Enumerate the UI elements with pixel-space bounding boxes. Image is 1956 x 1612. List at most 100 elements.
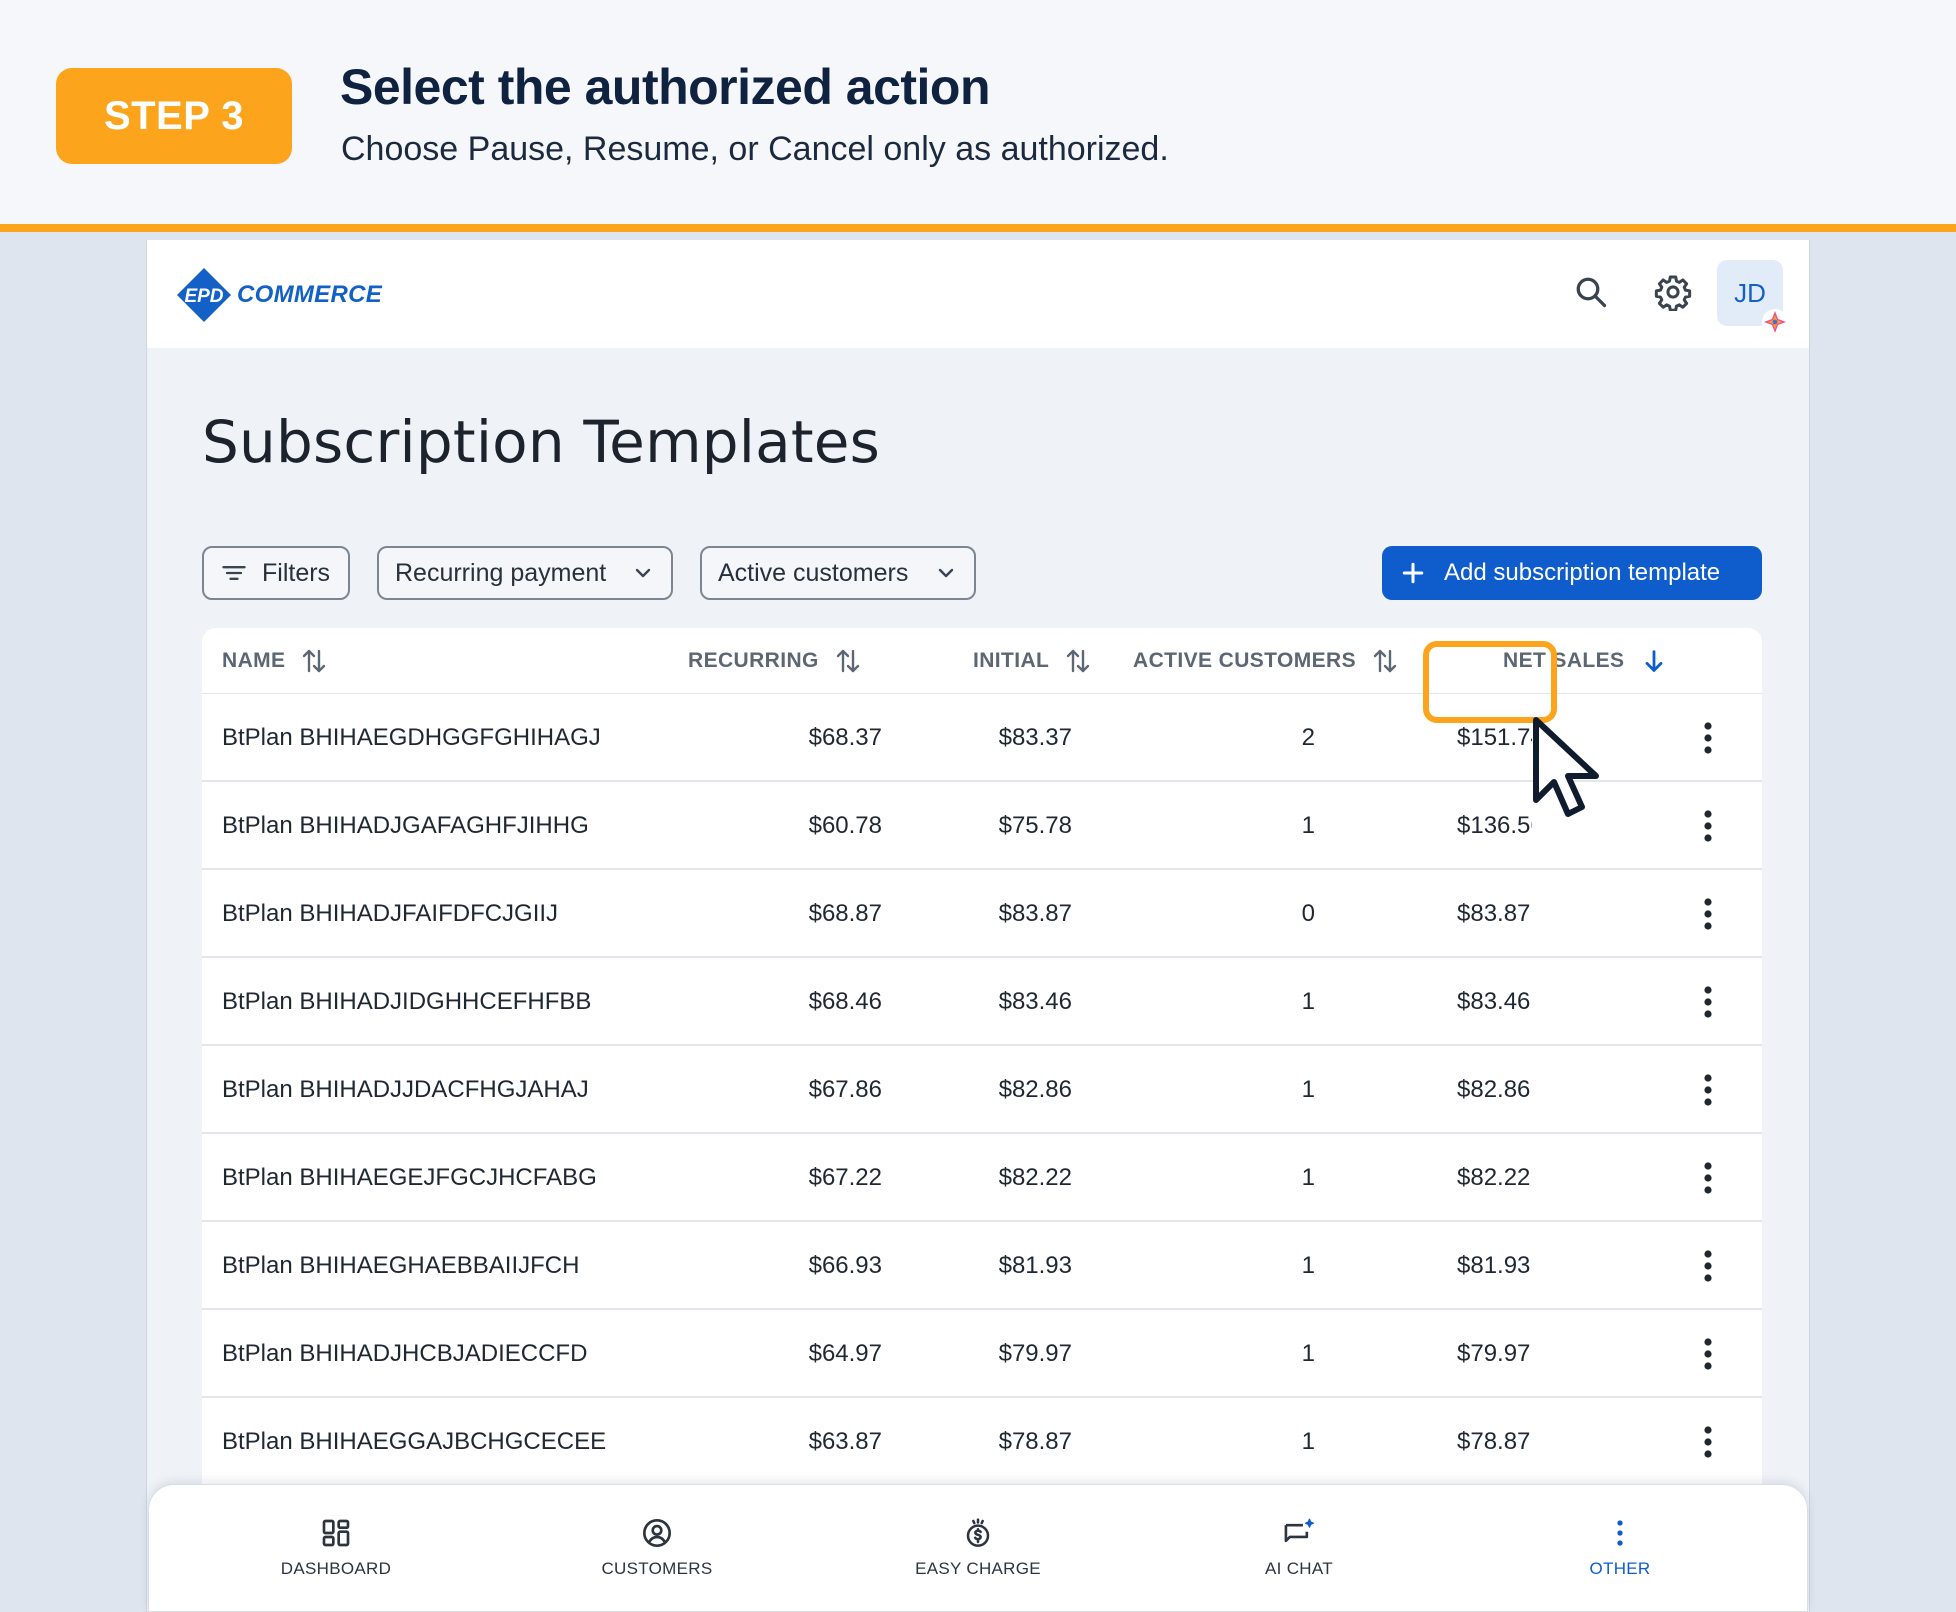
top-bar: EPD COMMERCE JD	[147, 240, 1809, 348]
cell-name: BtPlan BHIHADJHCBJADIECCFD	[222, 1340, 588, 1367]
filters-button[interactable]: Filters	[202, 546, 350, 600]
table-row[interactable]: BtPlan BHIHAEGHAEBBAIIJFCH $66.93 $81.93 1 $…	[202, 1222, 1762, 1310]
row-actions-menu-icon[interactable]	[1702, 1072, 1714, 1108]
sort-icon	[303, 649, 326, 673]
more-vertical-icon	[1617, 1520, 1623, 1546]
row-actions-menu-icon[interactable]	[1702, 1248, 1714, 1284]
cell-initial: $75.78	[998, 812, 1072, 839]
cell-name: BtPlan BHIHADJIDGHHCEFHFBB	[222, 988, 592, 1015]
table-row[interactable]: BtPlan BHIHADJFAIFDFCJGIIJ $68.87 $83.87 0 $…	[202, 870, 1762, 958]
cell-net-sales: $83.87	[1457, 900, 1531, 927]
cell-name: BtPlan BHIHAEGGAJBCHGCECEE	[222, 1428, 607, 1455]
cell-initial: $79.97	[998, 1340, 1072, 1367]
cell-net-sales: $83.46	[1457, 988, 1531, 1015]
filter-icon	[222, 566, 246, 580]
cell-initial: $83.87	[998, 900, 1072, 927]
row-actions-menu-icon[interactable]	[1702, 720, 1714, 756]
user-circle-icon	[643, 1519, 671, 1547]
cell-active-customers: 1	[1301, 1428, 1315, 1455]
ai-sparkle-badge-icon	[1759, 306, 1791, 338]
subscription-templates-table: NAME RECURRING INITIAL ACTIVE CUSTOMERS …	[202, 628, 1762, 1612]
row-actions-menu-icon[interactable]	[1702, 1336, 1714, 1372]
app-window: EPD COMMERCE JD Subscription Templates F…	[146, 240, 1810, 1612]
cell-initial: $82.22	[998, 1164, 1072, 1191]
bottom-navigation: DASHBOARD CUSTOMERS EASY CHARGE AI CHAT …	[148, 1484, 1808, 1612]
recurring-payment-label: Recurring payment	[395, 558, 607, 587]
filters-label: Filters	[262, 558, 331, 587]
table-row[interactable]: BtPlan BHIHADJGAFAGHFJIHHG $60.78 $75.78 1 $…	[202, 782, 1762, 870]
cell-active-customers: 1	[1301, 1164, 1315, 1191]
logo-diamond-icon: EPD	[173, 264, 235, 326]
cell-name: BtPlan BHIHAEGHAEBBAIIJFCH	[222, 1252, 580, 1279]
nav-customers-label: CUSTOMERS	[601, 1559, 713, 1578]
cell-active-customers: 2	[1301, 724, 1315, 751]
cell-name: BtPlan BHIHADJGAFAGHFJIHHG	[222, 812, 589, 839]
cell-name: BtPlan BHIHADJFAIFDFCJGIIJ	[222, 900, 559, 927]
nav-other[interactable]: OTHER	[1520, 1485, 1720, 1612]
gear-icon[interactable]	[1651, 270, 1695, 314]
cell-net-sales: $81.93	[1457, 1252, 1531, 1279]
nav-dashboard[interactable]: DASHBOARD	[236, 1485, 436, 1612]
column-header-recurring[interactable]: RECURRING	[688, 628, 863, 694]
chevron-down-icon	[635, 568, 651, 578]
page-title: Subscription Templates	[202, 408, 881, 476]
cell-net-sales: $79.97	[1457, 1340, 1531, 1367]
logo-text: COMMERCE	[237, 281, 383, 308]
nav-ai-chat[interactable]: AI CHAT	[1199, 1485, 1399, 1612]
step-banner: STEP 3 Select the authorized action Choo…	[0, 0, 1956, 232]
column-header-initial[interactable]: INITIAL	[973, 628, 1093, 694]
nav-other-label: OTHER	[1589, 1559, 1651, 1578]
epd-commerce-logo[interactable]: EPD COMMERCE	[173, 264, 393, 326]
sort-icon	[1373, 649, 1397, 673]
sort-descending-icon	[1646, 650, 1663, 672]
cell-net-sales: $78.87	[1457, 1428, 1531, 1455]
cell-net-sales: $82.22	[1457, 1164, 1531, 1191]
row-actions-menu-icon[interactable]	[1702, 1160, 1714, 1196]
tutorial-highlight-box	[1423, 641, 1557, 723]
nav-dashboard-label: DASHBOARD	[280, 1559, 392, 1578]
cell-name: BtPlan BHIHAEGEJFGCJHCFABG	[222, 1164, 597, 1191]
cell-name: BtPlan BHIHAEGDHGGFGHIHAGJ	[222, 724, 601, 751]
cell-initial: $78.87	[998, 1428, 1072, 1455]
cell-initial: $83.37	[998, 724, 1072, 751]
nav-customers[interactable]: CUSTOMERS	[557, 1485, 757, 1612]
cell-active-customers: 0	[1301, 900, 1315, 927]
active-customers-label: Active customers	[718, 558, 909, 587]
table-row[interactable]: BtPlan BHIHADJHCBJADIECCFD $64.97 $79.97 1 $…	[202, 1310, 1762, 1398]
column-header-active-customers[interactable]: ACTIVE CUSTOMERS	[1133, 628, 1400, 694]
table-row[interactable]: BtPlan BHIHAEGGAJBCHGCECEE $63.87 $78.87 1 $…	[202, 1398, 1762, 1486]
nav-easy-charge[interactable]: EASY CHARGE	[878, 1485, 1078, 1612]
step-subtitle: Choose Pause, Resume, or Cancel only as …	[341, 130, 1169, 168]
step-badge: STEP 3	[56, 68, 292, 164]
row-actions-menu-icon[interactable]	[1702, 984, 1714, 1020]
table-row[interactable]: BtPlan BHIHAEGEJFGCJHCFABG $67.22 $82.22 1 $…	[202, 1134, 1762, 1222]
cell-active-customers: 1	[1301, 1340, 1315, 1367]
cell-net-sales: $82.86	[1457, 1076, 1531, 1103]
column-header-name[interactable]: NAME	[222, 628, 329, 694]
ai-chat-icon	[1284, 1518, 1315, 1543]
row-actions-menu-icon[interactable]	[1702, 808, 1714, 844]
add-subscription-template-button[interactable]: Add subscription template	[1382, 546, 1762, 600]
cell-active-customers: 1	[1301, 1252, 1315, 1279]
coin-charge-icon	[966, 1518, 990, 1547]
chevron-down-icon	[938, 568, 954, 578]
row-actions-menu-icon[interactable]	[1702, 1424, 1714, 1460]
recurring-payment-dropdown[interactable]: Recurring payment	[377, 546, 673, 600]
dashboard-icon	[322, 1519, 350, 1547]
nav-easy-charge-label: EASY CHARGE	[915, 1559, 1041, 1578]
sort-icon	[836, 649, 859, 673]
nav-ai-chat-label: AI CHAT	[1265, 1559, 1333, 1578]
search-icon[interactable]	[1569, 270, 1613, 314]
cell-initial: $83.46	[998, 988, 1072, 1015]
active-customers-dropdown[interactable]: Active customers	[700, 546, 976, 600]
table-row[interactable]: BtPlan BHIHADJIDGHHCEFHFBB $68.46 $83.46 1 $…	[202, 958, 1762, 1046]
table-row[interactable]: BtPlan BHIHADJJDACFHGJAHAJ $67.86 $82.86 1 $…	[202, 1046, 1762, 1134]
cell-active-customers: 1	[1301, 988, 1315, 1015]
plus-icon	[1402, 562, 1424, 584]
add-subscription-template-label: Add subscription template	[1444, 559, 1721, 586]
mouse-cursor-icon	[1533, 717, 1599, 817]
cell-active-customers: 1	[1301, 812, 1315, 839]
cell-name: BtPlan BHIHADJJDACFHGJAHAJ	[222, 1076, 589, 1103]
logo-mark-text: EPD	[184, 286, 223, 307]
row-actions-menu-icon[interactable]	[1702, 896, 1714, 932]
